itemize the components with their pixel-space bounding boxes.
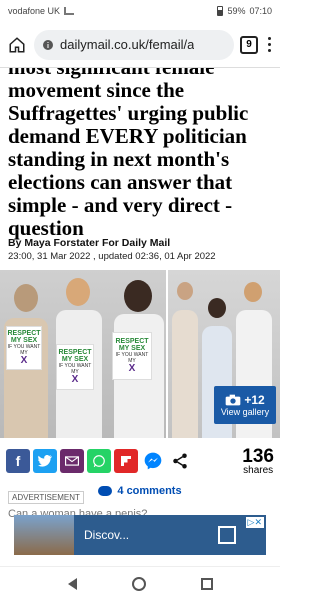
facebook-icon[interactable]: f — [6, 449, 30, 473]
site-info-icon[interactable] — [42, 39, 54, 51]
ad-image — [14, 515, 74, 555]
gallery-count: +12 — [244, 393, 265, 407]
battery-icon — [217, 6, 224, 16]
main-photo[interactable]: RESPECT MY SEX IF YOU WANT MY X RESPECT … — [0, 270, 166, 438]
article-photos: RESPECT MY SEX IF YOU WANT MY X RESPECT … — [0, 270, 280, 438]
twitter-icon[interactable] — [33, 449, 57, 473]
sign-text: RESPECT MY SEX — [58, 349, 92, 363]
menu-dot — [267, 49, 271, 52]
comment-icon — [98, 486, 113, 496]
home-icon — [9, 36, 25, 52]
status-bar: vodafone UK 59% 07:10 — [0, 0, 280, 22]
photo-head — [177, 282, 193, 300]
protest-sign: RESPECT MY SEX IF YOU WANT MY X — [56, 344, 94, 390]
share-count-label: shares — [243, 464, 274, 476]
camera-icon — [225, 394, 241, 406]
share-count: 136 shares — [242, 447, 274, 476]
ad-close-icon[interactable]: ▷✕ — [245, 517, 264, 528]
sign-mark: X — [128, 363, 136, 374]
view-gallery-button[interactable]: +12 View gallery — [214, 386, 276, 424]
sign-mark: X — [71, 374, 79, 385]
more-menu-button[interactable] — [264, 37, 274, 52]
browser-toolbar: dailymail.co.uk/femail/a 9 — [0, 22, 280, 68]
status-right: 59% 07:10 — [217, 6, 272, 16]
messenger-icon[interactable] — [141, 449, 165, 473]
ad-banner[interactable]: Discov... ▷✕ — [14, 515, 266, 555]
recent-apps-icon[interactable] — [200, 577, 213, 590]
clock: 07:10 — [249, 6, 272, 16]
gallery-count-row: +12 — [225, 393, 265, 407]
protest-sign: RESPECT MY SEX IF YOU WANT MY X — [6, 326, 42, 370]
whatsapp-icon[interactable] — [87, 449, 111, 473]
page-content: most significant female movement since t… — [0, 68, 280, 566]
battery-label: 59% — [227, 6, 246, 16]
sign-mark: X — [20, 355, 28, 366]
photo-head — [66, 278, 90, 306]
share-icon[interactable] — [168, 449, 192, 473]
menu-dot — [267, 37, 271, 40]
back-icon[interactable] — [67, 577, 77, 590]
photo-head — [208, 298, 226, 318]
gallery-label: View gallery — [220, 407, 270, 417]
headline-wrap: most significant female movement since t… — [8, 68, 274, 240]
article-headline: most significant female movement since t… — [8, 68, 249, 240]
share-count-number: 136 — [242, 445, 274, 467]
photo-head — [14, 284, 38, 312]
ad-logo-icon — [218, 526, 236, 544]
home-button[interactable] — [6, 34, 28, 56]
system-nav-bar — [0, 566, 280, 600]
protest-sign: RESPECT MY SEX IF YOU WANT MY X — [112, 332, 152, 380]
ad-text: Discov... — [84, 528, 130, 542]
sign-text: RESPECT MY SEX — [7, 330, 41, 344]
address-bar[interactable]: dailymail.co.uk/femail/a — [34, 29, 234, 60]
url-text[interactable]: dailymail.co.uk/femail/a — [60, 37, 194, 52]
tab-switcher-button[interactable]: 9 — [240, 35, 258, 54]
comments-label: 4 comments — [117, 485, 182, 497]
advertisement-label: ADVERTISEMENT — [8, 491, 84, 504]
share-bar: f 136 shares — [6, 444, 274, 478]
status-left: vodafone UK — [8, 6, 75, 16]
carrier-label: vodafone UK — [8, 6, 61, 16]
signal-icon — [64, 7, 75, 15]
menu-dot — [267, 43, 271, 46]
photo-head — [124, 280, 152, 312]
email-icon[interactable] — [60, 449, 84, 473]
article-dateline: 23:00, 31 Mar 2022 , updated 02:36, 01 A… — [8, 251, 216, 262]
sign-text: RESPECT MY SEX — [115, 338, 149, 352]
photo-person — [172, 310, 198, 438]
home-circle-icon[interactable] — [131, 576, 146, 591]
photo-head — [244, 282, 262, 302]
flipboard-icon[interactable] — [114, 449, 138, 473]
article-byline[interactable]: By Maya Forstater For Daily Mail — [8, 237, 170, 249]
